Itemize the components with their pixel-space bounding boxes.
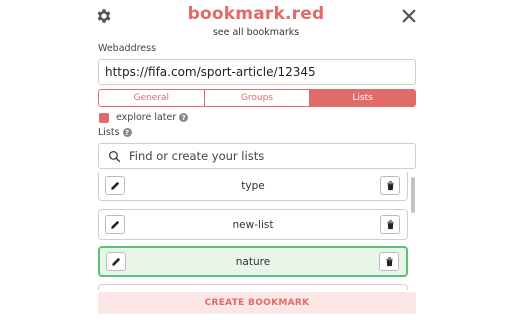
help-icon[interactable]: ? <box>179 113 189 122</box>
trash-icon <box>386 220 394 230</box>
close-icon[interactable] <box>400 7 418 25</box>
list-search-input[interactable] <box>129 146 415 166</box>
tab-bar: General Groups Lists <box>98 89 416 107</box>
edit-button[interactable] <box>105 215 125 234</box>
list-item[interactable]: type <box>98 172 408 201</box>
delete-button[interactable] <box>379 252 399 271</box>
pencil-icon <box>111 257 120 266</box>
edit-button[interactable] <box>105 176 125 195</box>
lists-container: type new-list nature <box>98 172 408 290</box>
pencil-icon <box>110 220 119 229</box>
brand-title: bookmark.red <box>187 4 325 24</box>
list-item-name: new-list <box>232 218 274 231</box>
explore-later-checkbox[interactable] <box>99 112 109 123</box>
edit-button[interactable] <box>106 252 126 271</box>
delete-button[interactable] <box>380 215 400 234</box>
lists-label-row: Lists ? <box>98 127 132 138</box>
pencil-icon <box>110 181 119 190</box>
trash-icon <box>386 181 394 191</box>
list-item-name: nature <box>235 255 271 268</box>
list-scrollbar[interactable] <box>411 177 415 213</box>
lists-label: Lists <box>98 127 120 138</box>
tab-groups[interactable]: Groups <box>203 90 310 106</box>
search-icon <box>109 150 121 162</box>
explore-later-row: explore later ? <box>99 112 189 123</box>
webaddress-input[interactable] <box>98 59 416 85</box>
tab-lists[interactable]: Lists <box>309 90 415 106</box>
list-item[interactable]: new-list <box>98 209 408 240</box>
explore-later-label: explore later <box>116 112 177 123</box>
see-all-bookmarks-link[interactable]: see all bookmarks <box>0 27 512 38</box>
help-icon[interactable]: ? <box>122 128 132 137</box>
list-item-name: type <box>241 179 265 192</box>
delete-button[interactable] <box>380 176 400 195</box>
list-item-selected[interactable]: nature <box>98 246 408 277</box>
list-search-box <box>98 143 416 169</box>
tab-general[interactable]: General <box>99 90 204 106</box>
create-bookmark-button[interactable]: CREATE BOOKMARK <box>98 292 416 314</box>
list-item[interactable] <box>98 284 408 290</box>
trash-icon <box>385 257 393 267</box>
webaddress-label: Webaddress <box>98 43 157 54</box>
